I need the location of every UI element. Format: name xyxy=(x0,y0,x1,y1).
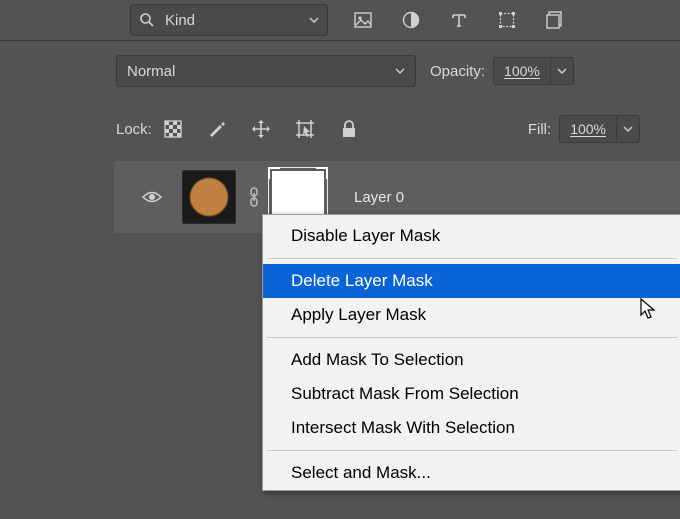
opacity-label: Opacity: xyxy=(430,63,485,80)
filter-kind-label: Kind xyxy=(165,12,195,29)
menu-disable-layer-mask[interactable]: Disable Layer Mask xyxy=(263,219,680,253)
blend-opacity-row: Normal Opacity: 100% xyxy=(0,41,680,101)
chevron-down-icon xyxy=(395,67,405,75)
lock-pixels-icon[interactable] xyxy=(206,118,228,140)
blend-mode-dropdown[interactable]: Normal xyxy=(116,55,416,87)
opacity-value: 100% xyxy=(494,63,550,79)
lock-transparency-icon[interactable] xyxy=(162,118,184,140)
opacity-input[interactable]: 100% xyxy=(493,57,574,85)
menu-separator xyxy=(267,258,677,259)
layer-mask-context-menu: Disable Layer Mask Delete Layer Mask App… xyxy=(262,214,680,491)
filter-kind-dropdown[interactable]: Kind xyxy=(130,4,328,36)
menu-separator xyxy=(267,337,677,338)
layer-thumbnail[interactable] xyxy=(182,170,236,224)
search-icon xyxy=(139,12,155,28)
menu-apply-layer-mask[interactable]: Apply Layer Mask xyxy=(263,298,680,332)
menu-intersect-mask-with-selection[interactable]: Intersect Mask With Selection xyxy=(263,411,680,445)
shape-layers-icon[interactable] xyxy=(496,9,518,31)
pixel-layers-icon[interactable] xyxy=(352,9,374,31)
chevron-down-icon xyxy=(309,16,319,24)
fill-input[interactable]: 100% xyxy=(559,115,640,143)
menu-delete-layer-mask[interactable]: Delete Layer Mask xyxy=(263,264,680,298)
lock-all-icon[interactable] xyxy=(338,118,360,140)
blend-mode-value: Normal xyxy=(127,63,175,80)
lock-label: Lock: xyxy=(116,121,152,138)
adjustment-layers-icon[interactable] xyxy=(400,9,422,31)
chevron-down-icon[interactable] xyxy=(616,116,639,142)
link-mask-icon[interactable] xyxy=(244,187,264,207)
layer-name[interactable]: Layer 0 xyxy=(354,189,404,206)
lock-fill-row: Lock: Fill: 100% xyxy=(0,101,680,161)
chevron-down-icon[interactable] xyxy=(550,58,573,84)
lock-artboard-icon[interactable] xyxy=(294,118,316,140)
fill-value: 100% xyxy=(560,121,616,137)
menu-select-and-mask[interactable]: Select and Mask... xyxy=(263,456,680,490)
menu-separator xyxy=(267,450,677,451)
visibility-toggle-icon[interactable] xyxy=(142,190,162,204)
fill-label: Fill: xyxy=(528,121,551,138)
filter-row: Kind xyxy=(0,0,680,40)
menu-subtract-mask-from-selection[interactable]: Subtract Mask From Selection xyxy=(263,377,680,411)
menu-add-mask-to-selection[interactable]: Add Mask To Selection xyxy=(263,343,680,377)
type-layers-icon[interactable] xyxy=(448,9,470,31)
filter-type-icons xyxy=(352,9,566,31)
lock-position-icon[interactable] xyxy=(250,118,272,140)
smart-objects-icon[interactable] xyxy=(544,9,566,31)
